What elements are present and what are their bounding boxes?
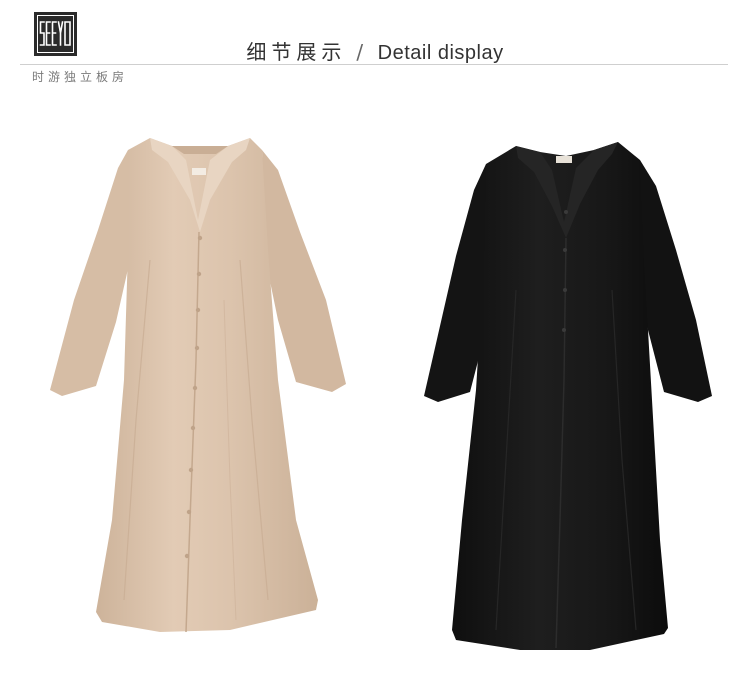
black-dress xyxy=(424,142,712,650)
beige-dress-image xyxy=(50,138,712,650)
beige-dress xyxy=(50,138,346,633)
